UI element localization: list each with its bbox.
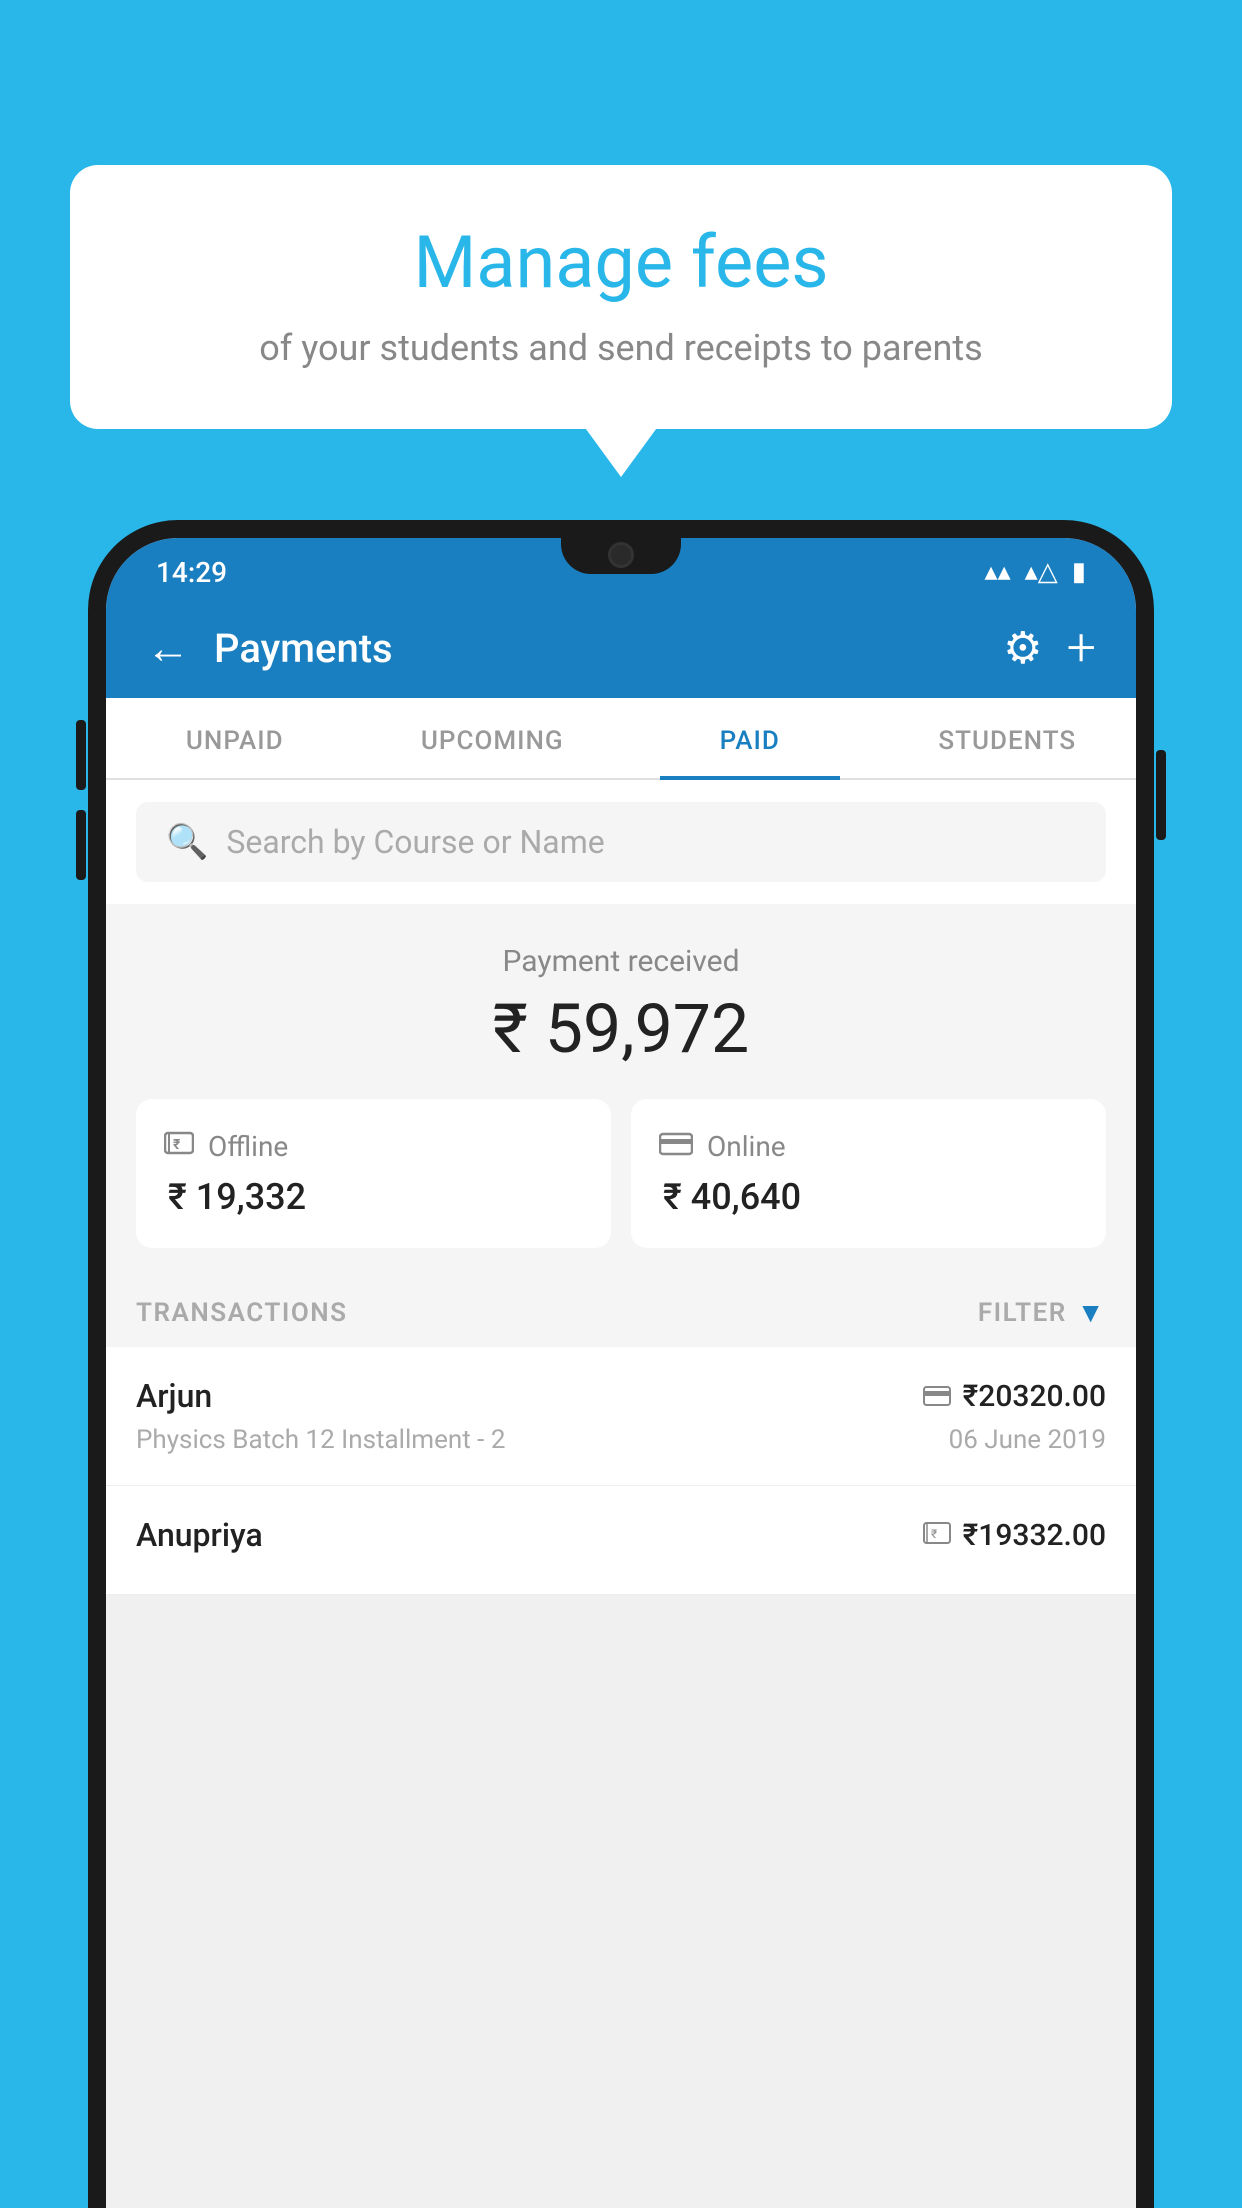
transaction-amount-row: ₹20320.00 <box>923 1379 1106 1414</box>
cards-row: ₹ Offline ₹ 19,332 <box>106 1099 1136 1278</box>
signal-icon: ▴△ <box>1025 557 1058 587</box>
tab-paid[interactable]: PAID <box>621 698 879 778</box>
transaction-row[interactable]: Arjun ₹20320.00 Physics Batch 12 Install… <box>106 1347 1136 1486</box>
back-button[interactable]: ← <box>146 622 190 674</box>
status-icons: ▴▴ ▴△ ▮ <box>985 557 1086 587</box>
search-icon: 🔍 <box>166 822 208 862</box>
online-label: Online <box>707 1130 786 1163</box>
offline-card-header: ₹ Offline <box>164 1129 583 1164</box>
transaction-payment-icon <box>923 1380 951 1413</box>
speech-bubble: Manage fees of your students and send re… <box>70 165 1172 429</box>
tabs-bar: UNPAID UPCOMING PAID STUDENTS <box>106 698 1136 780</box>
status-time: 14:29 <box>156 556 227 589</box>
offline-amount: ₹ 19,332 <box>164 1176 583 1218</box>
payment-section: Payment received ₹ 59,972 <box>106 904 1136 1099</box>
online-card: Online ₹ 40,640 <box>631 1099 1106 1248</box>
transaction-payment-icon: ₹ <box>923 1519 951 1552</box>
search-bar[interactable]: 🔍 Search by Course or Name <box>136 802 1106 882</box>
battery-icon: ▮ <box>1072 557 1086 587</box>
transaction-detail: Physics Batch 12 Installment - 2 <box>136 1425 505 1455</box>
transaction-amount-row: ₹ ₹19332.00 <box>923 1518 1106 1553</box>
phone-notch <box>561 538 681 574</box>
speech-bubble-subtitle: of your students and send receipts to pa… <box>130 327 1112 369</box>
transaction-date: 06 June 2019 <box>949 1425 1106 1455</box>
tab-students[interactable]: STUDENTS <box>879 698 1137 778</box>
phone-camera <box>608 542 634 568</box>
svg-text:₹: ₹ <box>931 1527 937 1541</box>
payment-label: Payment received <box>136 944 1106 979</box>
transaction-row[interactable]: Anupriya ₹ ₹19332.00 <box>106 1486 1136 1595</box>
online-amount: ₹ 40,640 <box>659 1176 1078 1218</box>
transaction-name: Arjun <box>136 1377 212 1415</box>
offline-label: Offline <box>208 1130 288 1163</box>
online-card-header: Online <box>659 1129 1078 1164</box>
wifi-icon: ▴▴ <box>985 557 1011 587</box>
filter-icon: ▼ <box>1077 1296 1106 1329</box>
payment-amount: ₹ 59,972 <box>136 989 1106 1069</box>
offline-icon: ₹ <box>164 1129 194 1164</box>
phone-frame: 14:29 ▴▴ ▴△ ▮ ← Payments ⚙ + UNPAID UPCO… <box>88 520 1154 2208</box>
volume-up-button[interactable] <box>76 720 86 790</box>
add-button[interactable]: + <box>1067 622 1096 674</box>
header-title: Payments <box>214 625 979 672</box>
phone-screen: 14:29 ▴▴ ▴△ ▮ ← Payments ⚙ + UNPAID UPCO… <box>106 538 1136 2208</box>
speech-bubble-container: Manage fees of your students and send re… <box>70 165 1172 429</box>
transaction-bottom: Physics Batch 12 Installment - 2 06 June… <box>136 1425 1106 1455</box>
app-header: ← Payments ⚙ + <box>106 598 1136 698</box>
search-input[interactable]: Search by Course or Name <box>226 823 604 861</box>
speech-bubble-title: Manage fees <box>130 220 1112 305</box>
transaction-top: Anupriya ₹ ₹19332.00 <box>136 1516 1106 1554</box>
phone-container: 14:29 ▴▴ ▴△ ▮ ← Payments ⚙ + UNPAID UPCO… <box>88 520 1154 2208</box>
volume-down-button[interactable] <box>76 810 86 880</box>
transactions-label: TRANSACTIONS <box>136 1298 348 1328</box>
offline-card: ₹ Offline ₹ 19,332 <box>136 1099 611 1248</box>
search-container: 🔍 Search by Course or Name <box>106 780 1136 904</box>
settings-icon[interactable]: ⚙ <box>1003 622 1042 674</box>
filter-label: FILTER <box>978 1298 1067 1328</box>
transactions-header: TRANSACTIONS FILTER ▼ <box>106 1278 1136 1347</box>
transaction-amount: ₹19332.00 <box>963 1518 1106 1553</box>
power-button[interactable] <box>1156 750 1166 840</box>
transaction-top: Arjun ₹20320.00 <box>136 1377 1106 1415</box>
transaction-amount: ₹20320.00 <box>963 1379 1106 1414</box>
tab-unpaid[interactable]: UNPAID <box>106 698 364 778</box>
tab-upcoming[interactable]: UPCOMING <box>364 698 622 778</box>
online-icon <box>659 1129 693 1164</box>
svg-text:₹: ₹ <box>173 1137 181 1153</box>
transaction-name: Anupriya <box>136 1516 263 1554</box>
filter-button[interactable]: FILTER ▼ <box>978 1296 1106 1329</box>
